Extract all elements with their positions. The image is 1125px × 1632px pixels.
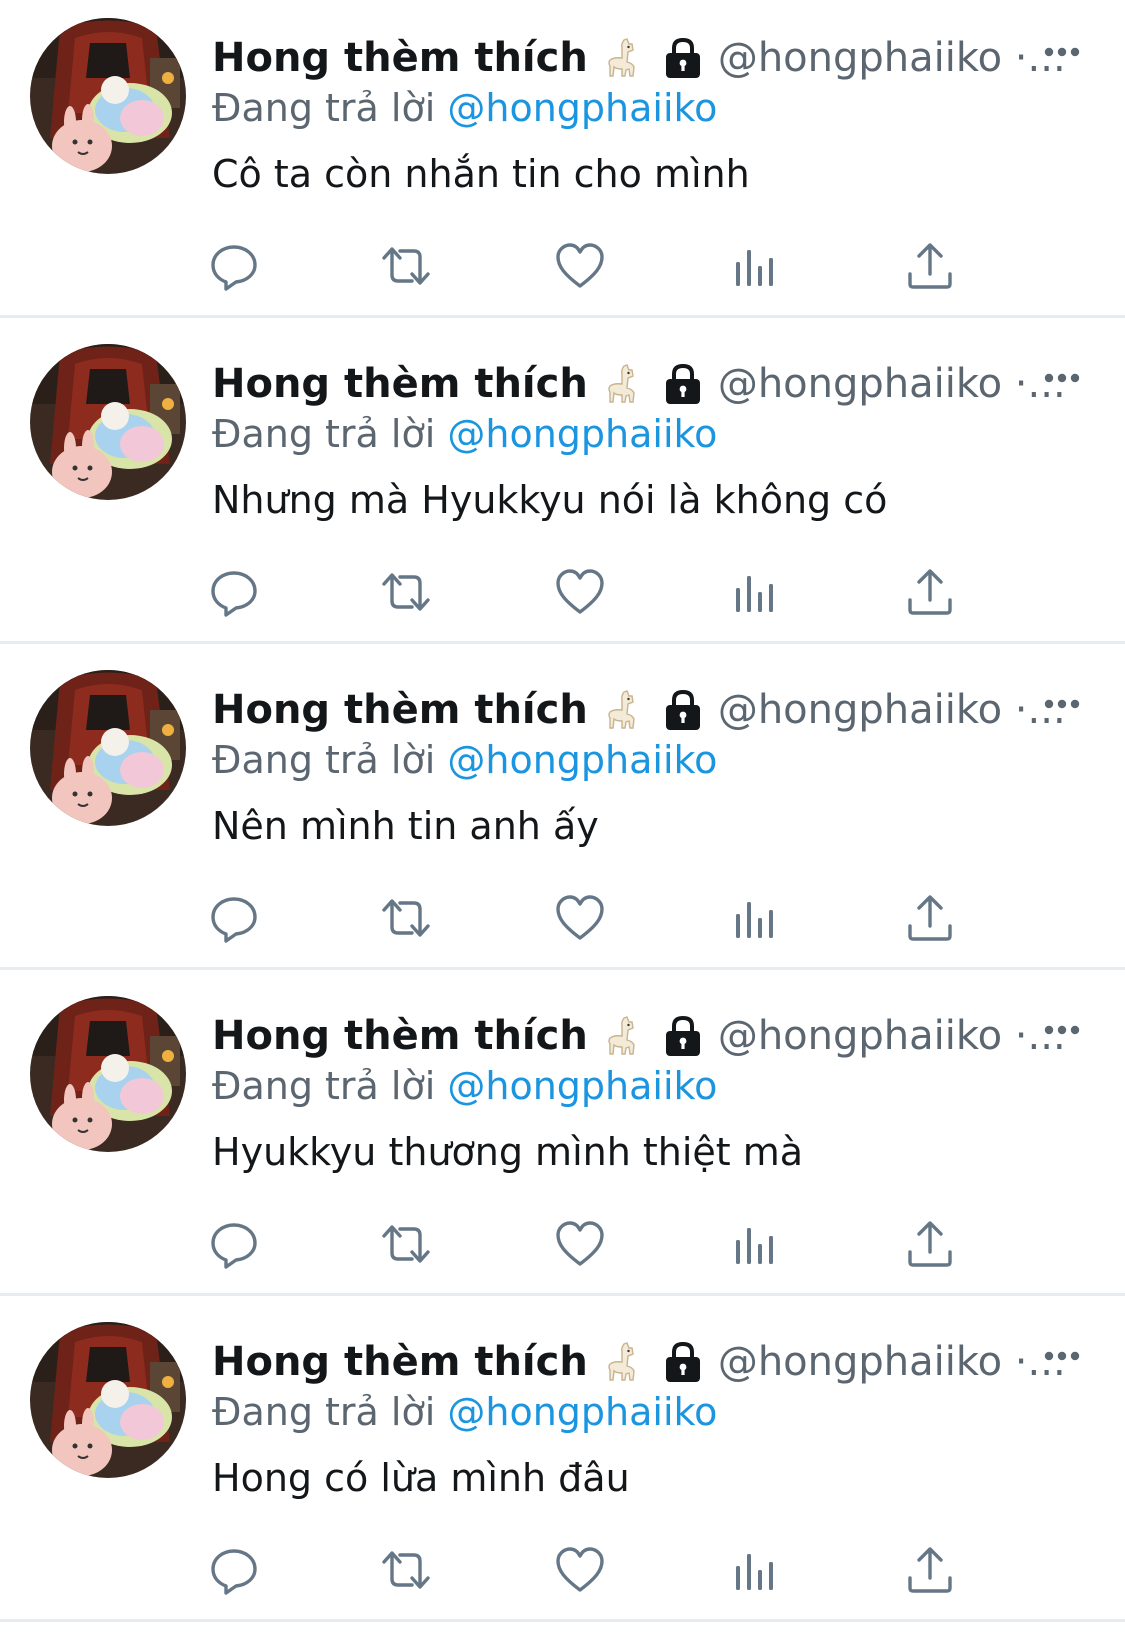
analytics-icon[interactable] — [727, 1216, 783, 1272]
tweet-actions — [0, 1216, 1125, 1272]
tweet-actions — [0, 564, 1125, 620]
tweet[interactable]: Hong thèm thích @hongphaiiko ·... Đang t… — [0, 0, 1125, 318]
retweet-icon[interactable] — [378, 1216, 434, 1272]
analytics-icon[interactable] — [727, 564, 783, 620]
more-icon[interactable] — [1044, 368, 1080, 388]
reply-icon[interactable] — [206, 564, 262, 620]
lock-icon — [662, 688, 704, 732]
tweet-text: Cô ta còn nhắn tin cho mình — [212, 152, 750, 196]
analytics-icon[interactable] — [727, 890, 783, 946]
mention-link[interactable]: @hongphaiiko — [447, 86, 717, 130]
author-name[interactable]: Hong thèm thích — [212, 1013, 588, 1059]
replying-to: Đang trả lời @hongphaiiko — [212, 412, 717, 456]
analytics-icon[interactable] — [727, 238, 783, 294]
more-icon[interactable] — [1044, 1346, 1080, 1366]
tweet-text: Nhưng mà Hyukkyu nói là không có — [212, 478, 888, 522]
author-handle[interactable]: @hongphaiiko ·... — [718, 35, 1066, 81]
like-icon[interactable] — [552, 1216, 608, 1272]
reply-icon[interactable] — [206, 1542, 262, 1598]
author-handle[interactable]: @hongphaiiko ·... — [718, 1339, 1066, 1385]
reply-icon[interactable] — [206, 1216, 262, 1272]
tweet-actions — [0, 890, 1125, 946]
author-handle[interactable]: @hongphaiiko ·... — [718, 1013, 1066, 1059]
avatar[interactable] — [30, 670, 186, 826]
retweet-icon[interactable] — [378, 238, 434, 294]
share-icon[interactable] — [902, 1542, 958, 1598]
tweet[interactable]: Hong thèm thích @hongphaiiko ·... Đang t… — [0, 326, 1125, 644]
replying-to-label: Đang trả lời — [212, 412, 436, 456]
tweet-actions — [0, 238, 1125, 294]
tweet-header: Hong thèm thích @hongphaiiko ·... — [212, 682, 1066, 738]
avatar[interactable] — [30, 996, 186, 1152]
mention-link[interactable]: @hongphaiiko — [447, 1390, 717, 1434]
replying-to-label: Đang trả lời — [212, 738, 436, 782]
lock-icon — [662, 1340, 704, 1384]
author-handle[interactable]: @hongphaiiko ·... — [718, 687, 1066, 733]
avatar[interactable] — [30, 344, 186, 500]
retweet-icon[interactable] — [378, 564, 434, 620]
more-icon[interactable] — [1044, 42, 1080, 62]
tweet-text: Hong có lừa mình đâu — [212, 1456, 630, 1500]
more-icon[interactable] — [1044, 1020, 1080, 1040]
author-name[interactable]: Hong thèm thích — [212, 361, 588, 407]
replying-to: Đang trả lời @hongphaiiko — [212, 86, 717, 130]
author-name[interactable]: Hong thèm thích — [212, 35, 588, 81]
lock-icon — [662, 36, 704, 80]
tweet-header: Hong thèm thích @hongphaiiko ·... — [212, 1334, 1066, 1390]
reply-icon[interactable] — [206, 890, 262, 946]
tweet-text: Hyukkyu thương mình thiệt mà — [212, 1130, 804, 1174]
llama-icon — [602, 1340, 642, 1384]
llama-icon — [602, 688, 642, 732]
avatar[interactable] — [30, 18, 186, 174]
like-icon[interactable] — [552, 238, 608, 294]
analytics-icon[interactable] — [727, 1542, 783, 1598]
tweet-actions — [0, 1542, 1125, 1598]
reply-icon[interactable] — [206, 238, 262, 294]
lock-icon — [662, 1014, 704, 1058]
tweet-header: Hong thèm thích @hongphaiiko ·... — [212, 30, 1066, 86]
like-icon[interactable] — [552, 890, 608, 946]
tweet-text: Nên mình tin anh ấy — [212, 804, 599, 848]
like-icon[interactable] — [552, 1542, 608, 1598]
share-icon[interactable] — [902, 1216, 958, 1272]
retweet-icon[interactable] — [378, 1542, 434, 1598]
tweet[interactable]: Hong thèm thích @hongphaiiko ·... Đang t… — [0, 978, 1125, 1296]
avatar[interactable] — [30, 1322, 186, 1478]
lock-icon — [662, 362, 704, 406]
tweet[interactable]: Hong thèm thích @hongphaiiko ·... Đang t… — [0, 1304, 1125, 1622]
llama-icon — [602, 36, 642, 80]
replying-to: Đang trả lời @hongphaiiko — [212, 738, 717, 782]
mention-link[interactable]: @hongphaiiko — [447, 738, 717, 782]
llama-icon — [602, 362, 642, 406]
llama-icon — [602, 1014, 642, 1058]
share-icon[interactable] — [902, 564, 958, 620]
author-name[interactable]: Hong thèm thích — [212, 687, 588, 733]
replying-to-label: Đang trả lời — [212, 86, 436, 130]
replying-to: Đang trả lời @hongphaiiko — [212, 1390, 717, 1434]
more-icon[interactable] — [1044, 694, 1080, 714]
share-icon[interactable] — [902, 238, 958, 294]
tweet[interactable]: Hong thèm thích @hongphaiiko ·... Đang t… — [0, 652, 1125, 970]
replying-to-label: Đang trả lời — [212, 1064, 436, 1108]
tweet-header: Hong thèm thích @hongphaiiko ·... — [212, 1008, 1066, 1064]
author-handle[interactable]: @hongphaiiko ·... — [718, 361, 1066, 407]
like-icon[interactable] — [552, 564, 608, 620]
mention-link[interactable]: @hongphaiiko — [447, 1064, 717, 1108]
retweet-icon[interactable] — [378, 890, 434, 946]
mention-link[interactable]: @hongphaiiko — [447, 412, 717, 456]
tweet-timeline: Hong thèm thích @hongphaiiko ·... Đang t… — [0, 0, 1125, 1632]
replying-to-label: Đang trả lời — [212, 1390, 436, 1434]
share-icon[interactable] — [902, 890, 958, 946]
author-name[interactable]: Hong thèm thích — [212, 1339, 588, 1385]
tweet-header: Hong thèm thích @hongphaiiko ·... — [212, 356, 1066, 412]
replying-to: Đang trả lời @hongphaiiko — [212, 1064, 717, 1108]
